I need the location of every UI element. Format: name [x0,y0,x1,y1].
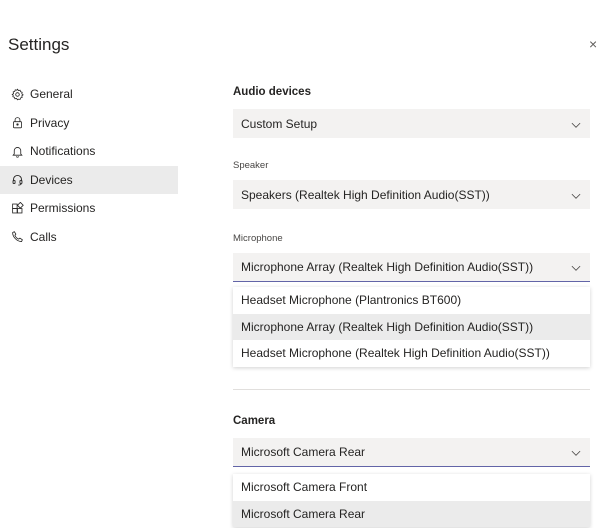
settings-sidebar: General Privacy Notifications Devices Pe… [0,80,178,251]
close-icon[interactable]: × [589,36,597,52]
camera-value: Microsoft Camera Rear [241,445,366,459]
camera-option[interactable]: Microsoft Camera Front [233,474,590,501]
sidebar-item-label: General [30,87,73,102]
sidebar-item-notifications[interactable]: Notifications [0,137,178,166]
chevron-down-icon [570,189,582,201]
phone-icon [10,230,24,244]
audio-device-select[interactable]: Custom Setup [233,109,590,138]
speaker-label: Speaker [233,160,269,171]
gear-icon [10,87,24,101]
apps-icon [10,201,24,215]
sidebar-item-label: Notifications [30,144,96,159]
sidebar-item-label: Privacy [30,115,70,130]
audio-device-value: Custom Setup [241,116,318,131]
chevron-down-icon [570,446,582,458]
chevron-down-icon [570,118,582,130]
sidebar-item-general[interactable]: General [0,80,178,109]
lock-icon [10,116,24,130]
speaker-select[interactable]: Speakers (Realtek High Definition Audio(… [233,180,590,209]
microphone-label: Microphone [233,233,283,244]
camera-option[interactable]: Microsoft Camera Rear [233,500,590,527]
camera-options-menu: Microsoft Camera Front Microsoft Camera … [233,474,590,527]
sidebar-item-permissions[interactable]: Permissions [0,194,178,223]
sidebar-item-label: Calls [30,229,57,244]
headset-icon [10,173,24,187]
sidebar-item-label: Devices [30,172,73,187]
sidebar-item-devices[interactable]: Devices [0,165,178,194]
chevron-down-icon [570,261,582,273]
speaker-value: Speakers (Realtek High Definition Audio(… [241,187,490,202]
sidebar-item-label: Permissions [30,201,96,216]
camera-select[interactable]: Microsoft Camera Rear [233,438,590,467]
microphone-option[interactable]: Microphone Array (Realtek High Definitio… [233,313,590,340]
bell-icon [10,144,24,158]
section-divider [233,389,590,390]
microphone-select[interactable]: Microphone Array (Realtek High Definitio… [233,253,590,282]
microphone-option[interactable]: Headset Microphone (Realtek High Definit… [233,340,590,367]
sidebar-item-privacy[interactable]: Privacy [0,109,178,138]
microphone-option[interactable]: Headset Microphone (Plantronics BT600) [233,287,590,314]
microphone-options-menu: Headset Microphone (Plantronics BT600) M… [233,287,590,367]
audio-devices-heading: Audio devices [233,86,311,98]
sidebar-item-calls[interactable]: Calls [0,223,178,252]
microphone-value: Microphone Array (Realtek High Definitio… [241,260,534,274]
camera-heading: Camera [233,415,276,427]
page-title: Settings [8,35,70,54]
